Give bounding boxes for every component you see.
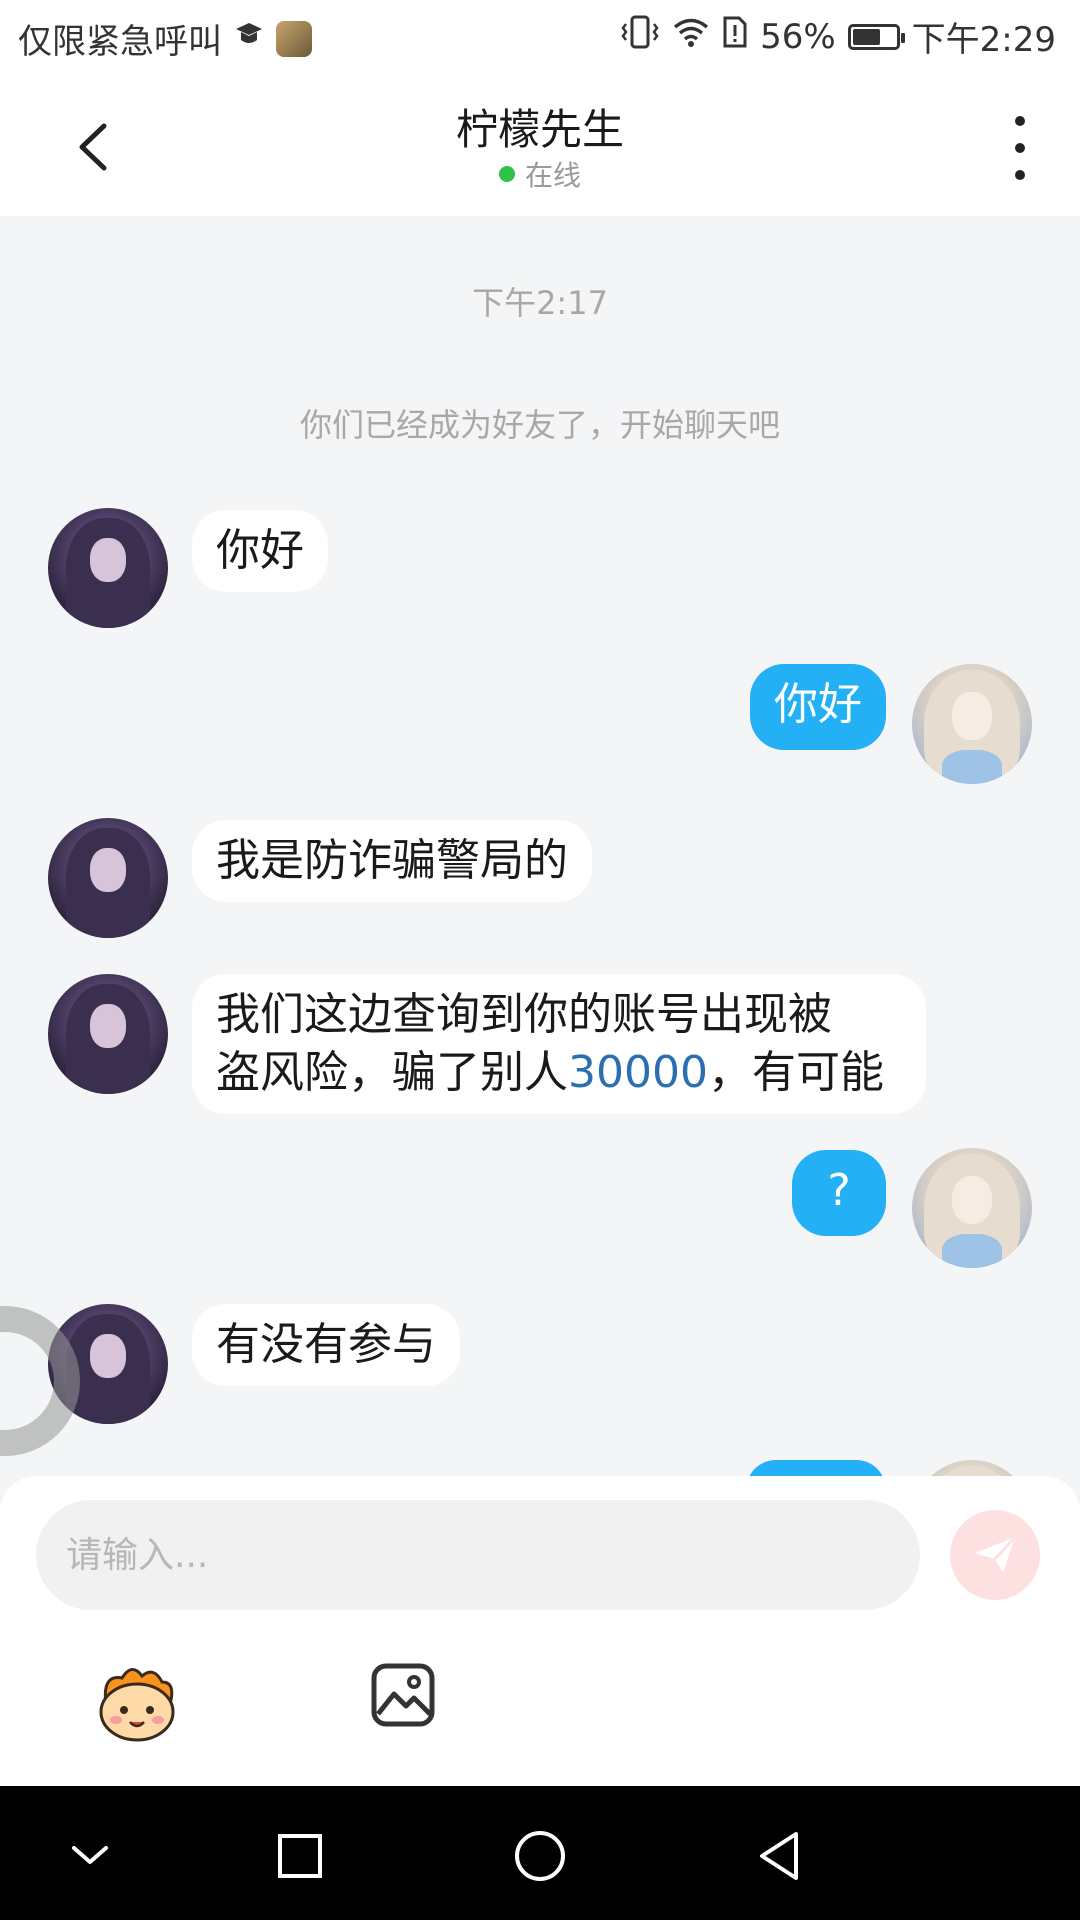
emoji-button[interactable]	[92, 1660, 182, 1746]
system-navigation-bar	[0, 1786, 1080, 1920]
status-bar: 仅限紧急呼叫 56% 下午2:29	[0, 0, 1080, 72]
message-bubble-incoming[interactable]: 有没有参与	[192, 1304, 460, 1386]
send-icon	[975, 1535, 1017, 1573]
recent-apps-button[interactable]	[272, 1828, 328, 1884]
game-app-icon	[276, 20, 312, 57]
chevron-down-icon	[72, 1846, 108, 1864]
image-icon	[371, 1663, 435, 1727]
student-cap-icon	[234, 19, 264, 59]
back-nav-button[interactable]	[752, 1828, 808, 1884]
home-button[interactable]	[512, 1828, 568, 1884]
contact-avatar[interactable]	[48, 974, 168, 1094]
message-bubble-outgoing[interactable]	[746, 1460, 886, 1476]
user-avatar[interactable]	[912, 1148, 1032, 1268]
message-input[interactable]	[36, 1500, 920, 1610]
emoji-mascot-icon	[99, 1668, 175, 1742]
square-icon	[278, 1834, 322, 1878]
sim-alert-icon	[722, 15, 748, 58]
message-bubble-incoming[interactable]: 你好	[192, 510, 328, 592]
system-message: 你们已经成为好友了，开始聊天吧	[299, 406, 780, 444]
message-bubble-incoming[interactable]: 我是防诈骗警局的	[192, 820, 592, 902]
chat-header: 柠檬先生 在线	[0, 72, 1080, 216]
vibrate-icon	[620, 15, 660, 58]
more-vertical-icon	[1015, 116, 1025, 126]
triangle-back-icon	[760, 1832, 798, 1880]
user-avatar[interactable]	[912, 1460, 1032, 1476]
online-dot-icon	[498, 166, 515, 182]
image-button[interactable]	[370, 1662, 436, 1728]
message-composer	[0, 1476, 1080, 1786]
message-list[interactable]: 下午2:17 你们已经成为好友了，开始聊天吧 你好 你好 我是防诈骗警局的 我们…	[0, 216, 1080, 1476]
contact-avatar[interactable]	[48, 508, 168, 628]
online-status: 在线	[0, 154, 1080, 194]
battery-icon	[847, 23, 905, 50]
battery-percent: 56%	[760, 16, 836, 57]
contact-avatar[interactable]	[48, 818, 168, 938]
message-timestamp: 下午2:17	[472, 284, 608, 322]
hide-keyboard-button[interactable]	[62, 1828, 118, 1884]
message-line: 盗风险，骗了别人30000，有可能	[216, 1047, 884, 1098]
clock: 下午2:29	[911, 20, 1056, 60]
message-bubble-outgoing[interactable]: 你好	[750, 664, 886, 750]
more-options-button[interactable]	[1000, 116, 1040, 180]
message-bubble-incoming[interactable]: 我们这边查询到你的账号出现被 盗风险，骗了别人30000，有可能	[192, 974, 926, 1114]
highlighted-number[interactable]: 30000	[568, 1047, 708, 1098]
wifi-icon	[672, 16, 710, 57]
circle-icon	[515, 1831, 565, 1881]
message-line: 我们这边查询到你的账号出现被	[216, 989, 832, 1040]
contact-name: 柠檬先生	[455, 105, 624, 154]
online-status-label: 在线	[524, 159, 581, 192]
carrier-text: 仅限紧急呼叫	[18, 22, 222, 62]
user-avatar[interactable]	[912, 664, 1032, 784]
send-button[interactable]	[950, 1510, 1040, 1600]
message-bubble-outgoing[interactable]: ?	[792, 1150, 886, 1236]
